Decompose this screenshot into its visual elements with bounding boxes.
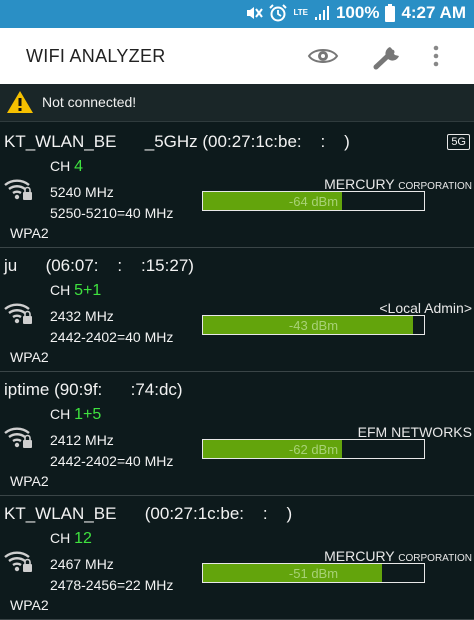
ap-ssid: ju (06:07: : :15:27) xyxy=(4,256,194,275)
channel-label: CH xyxy=(50,530,71,546)
signal-label: -62 dBm xyxy=(288,442,339,457)
signal-label: -64 dBm xyxy=(288,194,339,209)
ap-frequency-range: 5250-5210=40 MHz xyxy=(50,205,174,221)
channel-label: CH xyxy=(50,158,71,174)
ap-ssid: KT_WLAN_BE _5GHz (00:27:1c:be: : ) xyxy=(4,132,350,151)
signal-strength-bar: -43 dBm xyxy=(202,315,425,335)
signal-label: -51 dBm xyxy=(288,566,339,581)
signal-strength-bar: -62 dBm xyxy=(202,439,425,459)
overflow-menu-icon[interactable] xyxy=(428,41,444,71)
vendor-name: MERCURY xyxy=(324,548,395,564)
battery-icon xyxy=(385,4,396,22)
mute-icon xyxy=(245,5,264,21)
ap-frequency: 2467 MHz xyxy=(50,556,114,572)
ap-vendor: MERCURY CORPORATION xyxy=(324,548,472,564)
ap-frequency-range: 2478-2456=22 MHz xyxy=(50,577,174,593)
lte-icon: LTE xyxy=(293,9,308,17)
channel-value: 4 xyxy=(74,158,84,175)
band-badge: 5G xyxy=(447,134,470,150)
channel-label: CH xyxy=(50,406,71,422)
status-bar-right: LTE 100% 4:27 AM xyxy=(245,3,466,23)
lte-label: LTE xyxy=(293,8,308,17)
channel-value: 5+1 xyxy=(74,282,102,299)
channel-value: 12 xyxy=(74,530,92,547)
vendor-name: EFM NETWORKS xyxy=(357,424,472,440)
access-point-item[interactable]: ju (06:07: : :15:27) CH 5+1 2432 MHz 244… xyxy=(0,248,474,372)
signal-strength-bar: -51 dBm xyxy=(202,563,425,583)
ap-frequency-range: 2442-2402=40 MHz xyxy=(50,453,174,469)
battery-percent: 100% xyxy=(335,3,380,22)
ap-security: WPA2 xyxy=(10,349,49,365)
channel-label: CH xyxy=(50,282,71,298)
warning-icon xyxy=(6,90,34,119)
access-point-item[interactable]: KT_WLAN_BE (00:27:1c:be: : ) CH 12 2467 … xyxy=(0,496,474,620)
status-bar: LTE 100% 4:27 AM xyxy=(0,0,474,28)
vendor-name: <Local Admin> xyxy=(379,300,472,316)
clock: 4:27 AM xyxy=(401,3,466,22)
signal-strength-bar: -64 dBm xyxy=(202,191,425,211)
app-bar: WIFI ANALYZER xyxy=(0,28,474,84)
wifi-locked-icon xyxy=(4,424,34,455)
alarm-icon xyxy=(269,4,288,22)
connection-warning: Not connected! xyxy=(0,84,474,122)
access-point-item[interactable]: iptime (90:9f: :74:dc) CH 1+5 2412 MHz 2… xyxy=(0,372,474,496)
ap-ssid: iptime (90:9f: :74:dc) xyxy=(4,380,183,399)
wifi-locked-icon xyxy=(4,176,34,207)
signal-label: -43 dBm xyxy=(288,318,339,333)
wifi-locked-icon xyxy=(4,548,34,579)
wrench-icon[interactable] xyxy=(370,41,406,71)
ap-frequency: 2412 MHz xyxy=(50,432,114,448)
ap-security: WPA2 xyxy=(10,473,49,489)
ap-security: WPA2 xyxy=(10,225,49,241)
ap-channel: CH 1+5 xyxy=(50,406,101,424)
ap-frequency: 5240 MHz xyxy=(50,184,114,200)
eye-icon[interactable] xyxy=(304,41,342,71)
channel-value: 1+5 xyxy=(74,406,102,423)
ap-ssid: KT_WLAN_BE (00:27:1c:be: : ) xyxy=(4,504,293,523)
ap-vendor: MERCURY CORPORATION xyxy=(324,176,472,192)
ap-channel: CH 5+1 xyxy=(50,282,101,300)
warning-text: Not connected! xyxy=(42,94,137,110)
ap-channel: CH 4 xyxy=(50,158,83,176)
ap-vendor: EFM NETWORKS xyxy=(358,424,472,440)
vendor-name: MERCURY xyxy=(324,176,395,192)
signal-icon xyxy=(314,5,330,21)
ap-vendor: <Local Admin> xyxy=(379,300,472,316)
ap-channel: CH 12 xyxy=(50,530,92,548)
access-point-item[interactable]: KT_WLAN_BE _5GHz (00:27:1c:be: : ) 5G CH… xyxy=(0,124,474,248)
wifi-locked-icon xyxy=(4,300,34,331)
ap-security: WPA2 xyxy=(10,597,49,613)
ap-frequency-range: 2442-2402=40 MHz xyxy=(50,329,174,345)
app-title: WIFI ANALYZER xyxy=(26,46,166,66)
ap-frequency: 2432 MHz xyxy=(50,308,114,324)
